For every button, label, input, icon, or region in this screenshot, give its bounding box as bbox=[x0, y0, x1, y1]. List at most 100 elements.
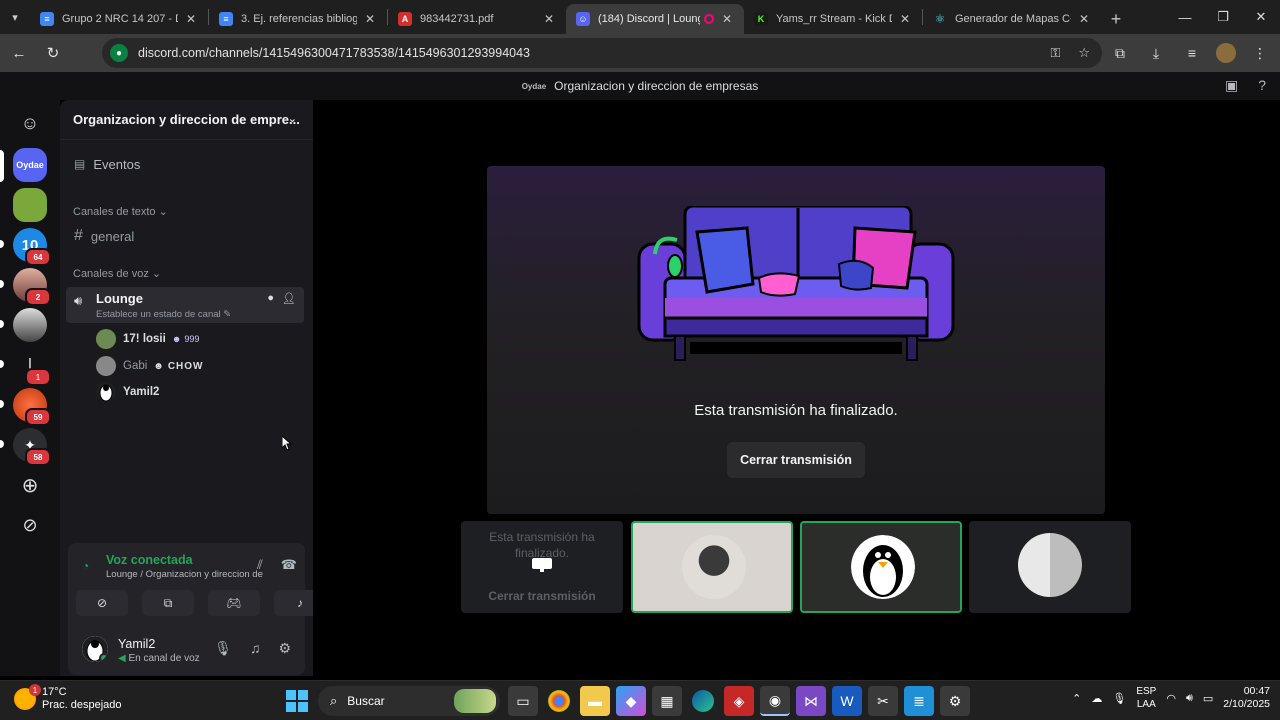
minimize-icon[interactable]: — bbox=[1166, 0, 1204, 34]
task-view-icon[interactable]: ▭ bbox=[508, 686, 538, 716]
browser-tab-6[interactable]: ⚛ Generador de Mapas C++ ✕ bbox=[923, 4, 1101, 34]
help-icon[interactable]: ? bbox=[1258, 77, 1266, 94]
visual-studio-icon[interactable]: ⋈ bbox=[796, 686, 826, 716]
profile-avatar[interactable] bbox=[1216, 43, 1236, 63]
wifi-icon[interactable]: ◠ bbox=[1166, 692, 1176, 705]
server-icon-8[interactable]: ✦ 58 bbox=[13, 428, 51, 466]
voice-connected-subtitle[interactable]: Lounge / Organizacion y direccion de e..… bbox=[106, 569, 266, 580]
volume-icon[interactable]: 🔊︎ bbox=[1186, 692, 1193, 705]
voice-channel-status[interactable]: Establece un estado de canal ✎ bbox=[96, 309, 231, 320]
microphone-tray-icon[interactable]: 🎙︎ bbox=[1112, 692, 1126, 705]
server-mini-icon: Oydae bbox=[521, 81, 547, 91]
category-voice-channels[interactable]: Canales de voz ⌄ bbox=[73, 267, 161, 280]
headphones-icon[interactable]: ♫ bbox=[250, 640, 261, 657]
copilot-icon[interactable]: ◆ bbox=[616, 686, 646, 716]
stream-tile-ended[interactable]: Esta transmisión ha finalizado. Cerrar t… bbox=[461, 521, 623, 613]
signal-icon[interactable]: ◔ bbox=[82, 559, 89, 573]
extensions-icon[interactable]: ⧉ bbox=[1108, 38, 1132, 68]
settings-gear-icon[interactable]: ⚙ bbox=[278, 640, 291, 657]
activities-button[interactable]: 🎮︎ bbox=[208, 590, 260, 616]
browser-tab-4[interactable]: ☺ (184) Discord | Lounge ✕ bbox=[566, 4, 744, 34]
close-window-icon[interactable]: ✕ bbox=[1242, 0, 1280, 34]
tab-close-icon[interactable]: ✕ bbox=[184, 12, 198, 26]
avatar bbox=[96, 356, 116, 376]
tab-close-icon[interactable]: ✕ bbox=[363, 12, 377, 26]
noise-suppression-icon[interactable]: ⫽ bbox=[257, 557, 263, 573]
member-name: Gabi bbox=[123, 360, 148, 372]
server-icon-7[interactable]: 59 bbox=[13, 388, 51, 426]
mcafee-icon[interactable]: ◈ bbox=[724, 686, 754, 716]
category-text-channels[interactable]: Canales de texto ⌄ bbox=[73, 205, 168, 218]
channel-general[interactable]: # general bbox=[68, 226, 304, 246]
browser-tab-2[interactable]: ≡ 3. Ej. referencias bibliográfi ✕ bbox=[209, 4, 387, 34]
camera-off-button[interactable]: ⊘ bbox=[76, 590, 128, 616]
discord-home-icon[interactable]: ☺ bbox=[13, 106, 47, 140]
media-control-icon[interactable]: ≡ bbox=[1180, 38, 1204, 68]
back-icon[interactable]: ← bbox=[4, 38, 34, 68]
voice-member[interactable]: Gabi ☻ CHOW bbox=[96, 355, 204, 377]
snipping-tool-icon[interactable]: ✂ bbox=[868, 686, 898, 716]
events-item[interactable]: ▤ Eventos bbox=[68, 154, 304, 174]
tab-close-icon[interactable]: ✕ bbox=[542, 12, 556, 26]
store-icon[interactable]: ▦ bbox=[652, 686, 682, 716]
server-icon-3[interactable]: 10 64 bbox=[13, 228, 51, 266]
notepad-icon[interactable]: ≣ bbox=[904, 686, 934, 716]
start-windows-icon[interactable] bbox=[286, 690, 308, 712]
new-tab-icon[interactable]: + bbox=[1101, 4, 1131, 34]
voice-channel-lounge[interactable]: 🔊︎ Lounge Establece un estado de canal ✎… bbox=[66, 287, 304, 323]
disconnect-icon[interactable]: ☎ bbox=[281, 557, 297, 573]
server-icon-5[interactable] bbox=[13, 308, 47, 342]
system-tray: ⌃ ☁ 🎙︎ ESP LAA ◠ 🔊︎ ▭ 00:47 2/10/2025 bbox=[1072, 685, 1270, 711]
chevron-up-icon[interactable]: ⌃ bbox=[1072, 692, 1081, 705]
settings-app-icon[interactable]: ⚙ bbox=[940, 686, 970, 716]
tab-close-icon[interactable]: ✕ bbox=[720, 12, 734, 26]
add-member-icon[interactable]: 👤︎ bbox=[282, 292, 296, 305]
site-info-icon[interactable]: ● bbox=[110, 44, 128, 62]
tab-search-icon[interactable]: ▾ bbox=[6, 8, 24, 26]
key-icon[interactable]: ⚿ bbox=[1050, 45, 1060, 61]
download-icon[interactable]: ⤓ bbox=[1144, 38, 1168, 68]
close-stream-button[interactable]: Cerrar transmisión bbox=[727, 442, 865, 478]
tab-close-icon[interactable]: ✕ bbox=[1077, 12, 1091, 26]
weather-widget[interactable]: 1 17°C Prac. despejado bbox=[14, 684, 122, 712]
discover-icon[interactable]: ⊘ bbox=[13, 508, 47, 542]
file-explorer-icon[interactable]: ▬ bbox=[580, 686, 610, 716]
microphone-icon[interactable]: 🎙︎ bbox=[214, 640, 232, 657]
reload-icon[interactable]: ↻ bbox=[38, 38, 68, 68]
edge-icon[interactable] bbox=[692, 690, 714, 712]
tab-close-icon[interactable]: ✕ bbox=[898, 12, 912, 26]
bookmark-star-icon[interactable]: ☆ bbox=[1078, 45, 1090, 61]
inbox-icon[interactable]: ▣ bbox=[1225, 77, 1238, 94]
participant-tile-2[interactable] bbox=[800, 521, 962, 613]
participant-avatar bbox=[682, 535, 746, 599]
battery-icon[interactable]: ▭ bbox=[1203, 692, 1213, 705]
voice-member[interactable]: 17! losii ☻ 999 bbox=[96, 328, 199, 350]
chat-bubble-icon[interactable]: ● bbox=[267, 292, 274, 305]
address-bar[interactable]: ● discord.com/channels/14154963004717835… bbox=[102, 38, 1102, 68]
chrome-icon[interactable] bbox=[548, 690, 570, 712]
add-server-icon[interactable]: ⊕ bbox=[13, 468, 47, 502]
server-icon-6[interactable]: I 1 bbox=[13, 348, 51, 386]
server-header[interactable]: Organizacion y direccion de empre... ⌄ bbox=[60, 100, 313, 140]
server-icon-2[interactable] bbox=[13, 188, 47, 222]
chrome-active-icon[interactable]: ◉ bbox=[760, 686, 790, 716]
browser-tab-1[interactable]: ≡ Grupo 2 NRC 14 207 - Doc ✕ bbox=[30, 4, 208, 34]
clock[interactable]: 00:47 2/10/2025 bbox=[1223, 685, 1270, 711]
voice-member[interactable]: Yamil2 bbox=[96, 381, 159, 403]
participant-tile-3[interactable] bbox=[969, 521, 1131, 613]
user-avatar[interactable] bbox=[82, 636, 108, 662]
participant-tile-1[interactable] bbox=[631, 521, 793, 613]
maximize-icon[interactable]: ❐ bbox=[1204, 0, 1242, 34]
server-icon-4[interactable]: 2 bbox=[13, 268, 51, 306]
browser-tab-3[interactable]: A 983442731.pdf ✕ bbox=[388, 4, 566, 34]
mini-close-stream-button[interactable]: Cerrar transmisión bbox=[461, 589, 623, 603]
taskbar-search[interactable]: ⌕ Buscar bbox=[318, 686, 500, 716]
onedrive-icon[interactable]: ☁ bbox=[1091, 692, 1102, 705]
language-indicator[interactable]: ESP LAA bbox=[1136, 685, 1156, 711]
server-icon-oydae[interactable]: Oydae bbox=[13, 148, 47, 182]
share-screen-button[interactable]: ⧉ bbox=[142, 590, 194, 616]
menu-kebab-icon[interactable]: ⋮ bbox=[1248, 38, 1272, 68]
browser-tab-5[interactable]: K Yams_rr Stream - Kick Dash ✕ bbox=[744, 4, 922, 34]
word-icon[interactable]: W bbox=[832, 686, 862, 716]
kick-icon: K bbox=[754, 12, 768, 26]
